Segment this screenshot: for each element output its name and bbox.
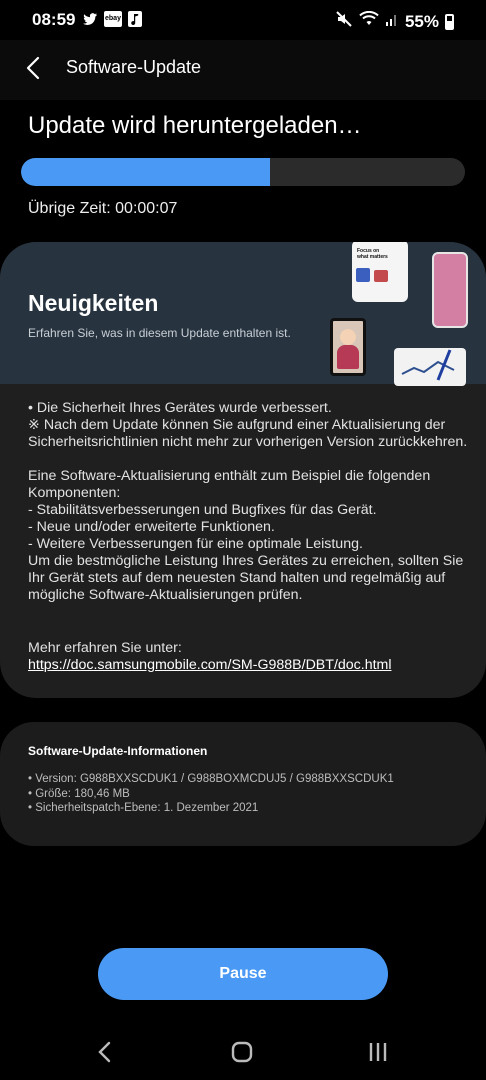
pause-button[interactable]: Pause xyxy=(98,948,388,1000)
phone-illustration: Focus on what matters xyxy=(352,242,408,302)
nav-back-button[interactable] xyxy=(86,1038,126,1066)
info-list: • Version: G988BXXSCDUK1 / G988BOXMCDUJ5… xyxy=(28,772,394,816)
tablet-illustration xyxy=(394,348,466,386)
info-size: • Größe: 180,46 MB xyxy=(28,787,130,800)
status-time: 08:59 xyxy=(32,10,76,29)
download-progress-bar xyxy=(21,158,465,186)
ebay-icon: ebay xyxy=(104,11,122,27)
system-status: 55% xyxy=(335,10,454,33)
signal-icon xyxy=(385,11,399,32)
page-title: Software-Update xyxy=(66,57,202,77)
phone-pink-illustration xyxy=(432,252,468,328)
update-info-card: Software-Update-Informationen • Version:… xyxy=(0,722,486,846)
nav-home-icon xyxy=(231,1041,253,1063)
twitter-icon xyxy=(82,11,98,27)
notification-icons: ebay xyxy=(82,11,142,27)
remaining-time: Übrige Zeit: 00:00:07 xyxy=(28,200,178,217)
nav-home-button[interactable] xyxy=(222,1038,262,1066)
foldable-illustration xyxy=(330,318,366,376)
news-subtitle: Erfahren Sie, was in diesem Update entha… xyxy=(28,326,291,340)
news-body: • Die Sicherheit Ihres Gerätes wurde ver… xyxy=(28,400,468,604)
nav-recents-icon xyxy=(369,1043,387,1061)
nav-back-icon xyxy=(98,1041,111,1063)
news-card: Neuigkeiten Erfahren Sie, was in diesem … xyxy=(0,242,486,698)
status-bar: 08:59 ebay 55% xyxy=(0,0,486,40)
app-header: Software-Update xyxy=(0,40,486,100)
news-paragraph-security: • Die Sicherheit Ihres Gerätes wurde ver… xyxy=(28,400,468,450)
news-title: Neuigkeiten xyxy=(28,290,159,316)
info-security-patch: • Sicherheitspatch-Ebene: 1. Dezember 20… xyxy=(28,802,259,814)
battery-percent: 55% xyxy=(404,11,439,31)
nav-recents-button[interactable] xyxy=(358,1038,398,1066)
mute-icon xyxy=(335,10,353,33)
wifi-icon xyxy=(359,10,379,32)
news-more-label: Mehr erfahren Sie unter: xyxy=(28,640,182,656)
download-heading: Update wird heruntergeladen… xyxy=(28,112,362,139)
info-title: Software-Update-Informationen xyxy=(28,744,208,758)
news-paragraph-components: Eine Software-Aktualisierung enthält zum… xyxy=(28,468,464,603)
battery-icon xyxy=(445,13,454,30)
navigation-bar xyxy=(0,1024,486,1080)
chevron-left-icon xyxy=(26,56,40,80)
info-version: • Version: G988BXXSCDUK1 / G988BOXMCDUJ5… xyxy=(28,773,394,785)
back-button[interactable] xyxy=(18,52,50,84)
news-info-link[interactable]: https://doc.samsungmobile.com/SM-G988B/D… xyxy=(28,657,392,673)
download-progress-fill xyxy=(21,158,270,186)
news-banner: Neuigkeiten Erfahren Sie, was in diesem … xyxy=(0,242,486,386)
music-icon xyxy=(128,11,142,27)
phone-illustration-text: Focus on what matters xyxy=(357,248,388,260)
